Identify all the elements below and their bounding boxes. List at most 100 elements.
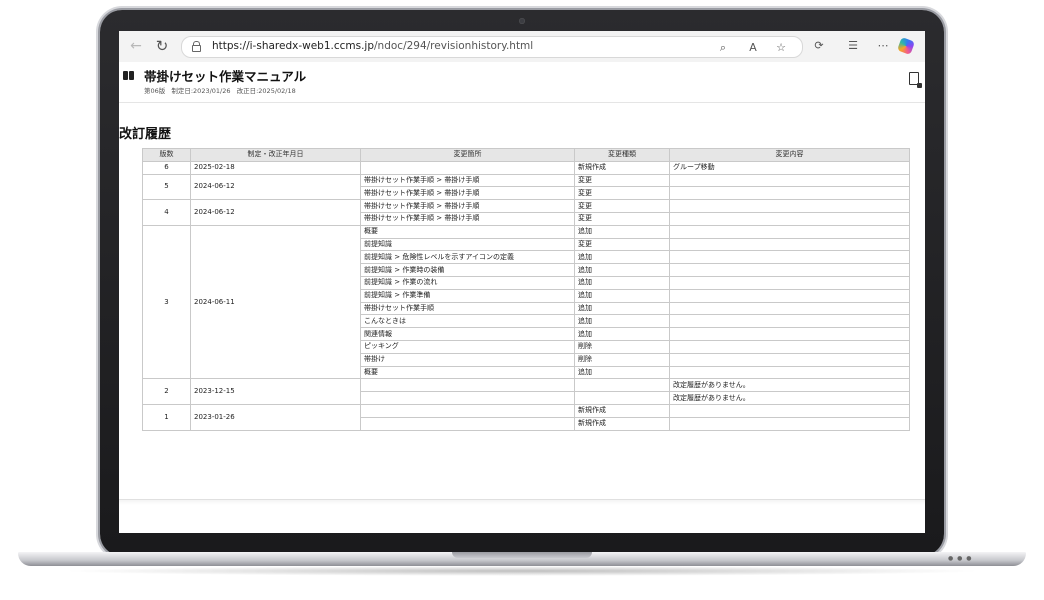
cell-change-type [574,391,670,405]
favorites-list-icon[interactable]: ☰ [845,38,861,54]
cell-change-type [574,378,670,393]
doc-title: 帯掛けセット作業マニュアル [144,69,307,84]
section-title: 改訂履歴 [119,127,172,142]
cell-change-type: 追加 [574,250,670,265]
cell-location: 前提知識 > 作業準備 [360,288,575,303]
cell-change-content [669,314,910,329]
cell-date: 2024-06-11 [190,224,361,380]
cell-change-type: 削除 [574,352,670,367]
read-aloud-icon[interactable]: A [745,40,761,56]
cell-location: 帯掛け [360,352,575,367]
extensions-icon[interactable]: ⟳ [811,38,827,54]
cell-date: 2025-02-18 [190,160,361,175]
table-header-row: 版数 制定・改正年月日 変更箇所 変更種類 変更内容 [142,148,910,162]
table-row: 3 2024-06-11 概要 追加 [142,224,910,380]
cell-change-type: 追加 [574,301,670,316]
cell-location: 関連情報 [360,327,575,341]
header-version: 版数 [142,148,191,162]
cell-location: 概要 [360,224,575,239]
url-text: https://i-sharedx-web1.ccms.jp/ndoc/294/… [212,40,533,52]
cell-version: 1 [142,403,191,431]
laptop-lid: ← ↻ https://i-sharedx-web1.ccms.jp/ndoc/… [100,10,944,556]
cell-location: 前提知識 [360,237,575,252]
url-host: https://i-sharedx-web1.ccms.jp [212,40,375,52]
cell-location: 概要 [360,365,575,380]
cell-change-type: 変更 [574,199,670,213]
cell-version: 4 [142,199,191,226]
cell-location: 前提知識 > 作業時の装備 [360,263,575,277]
doc-revised-date: 改正日:2025/02/18 [236,87,296,95]
cell-location: 帯掛けセット作業手順 > 帯掛け手順 [360,211,575,226]
table-row: 1 2023-01-26 新規作成 [142,403,910,431]
doc-meta: 第06版 制定日:2023/01/26 改正日:2025/02/18 [144,85,300,95]
cell-change-type: 変更 [574,211,670,226]
address-bar[interactable]: https://i-sharedx-web1.ccms.jp/ndoc/294/… [181,36,803,58]
cell-change-content: 改定履歴がありません。 [669,391,910,405]
cell-change-content [669,352,910,367]
browser-toolbar: ← ↻ https://i-sharedx-web1.ccms.jp/ndoc/… [119,31,925,63]
cell-location [360,160,575,175]
doc-header: 帯掛けセット作業マニュアル 第06版 制定日:2023/01/26 改正日:20… [119,62,925,103]
more-icon[interactable]: ⋯ [875,38,891,54]
back-icon[interactable]: ← [127,37,145,55]
cell-version: 5 [142,173,191,201]
cell-location [360,403,575,418]
doc-edition: 第06版 [144,87,166,95]
book-icon [123,71,135,81]
laptop-notch [452,552,592,558]
cell-change-content: グループ移動 [669,160,910,175]
cell-location: ピッキング [360,339,575,354]
cell-change-content [669,186,910,201]
table-row: 6 2025-02-18 新規作成 グループ移動 [142,160,910,175]
camera-dot [519,18,525,24]
reload-icon[interactable]: ↻ [153,37,171,55]
side-ports: ● ● ● [948,555,973,562]
cell-change-content [669,237,910,252]
page-footer-divider [119,499,925,505]
cell-date: 2024-06-12 [190,199,361,226]
table-row: 2 2023-12-15 改定履歴がありません。 [142,378,910,405]
cell-change-content [669,211,910,226]
header-change-type: 変更種類 [574,148,670,162]
cell-location: 帯掛けセット作業手順 > 帯掛け手順 [360,173,575,188]
laptop-mockup: ← ↻ https://i-sharedx-web1.ccms.jp/ndoc/… [0,0,1044,600]
cell-change-content [669,339,910,354]
cell-change-content [669,250,910,265]
cell-date: 2023-01-26 [190,403,361,431]
cell-change-content [669,301,910,316]
cell-change-type: 追加 [574,263,670,277]
pdf-download-icon[interactable] [909,72,922,88]
cell-location [360,416,575,431]
cell-change-content [669,275,910,290]
cell-change-content [669,224,910,239]
header-date: 制定・改正年月日 [190,148,361,162]
cell-change-content [669,263,910,277]
cell-location: 帯掛けセット作業手順 > 帯掛け手順 [360,186,575,201]
cell-change-content [669,173,910,188]
cell-location: 帯掛けセット作業手順 > 帯掛け手順 [360,199,575,213]
copilot-icon[interactable] [897,37,915,55]
table-row: 4 2024-06-12 帯掛けセット作業手順 > 帯掛け手順 変更 [142,199,910,226]
cell-change-content: 改定履歴がありません。 [669,378,910,393]
cell-change-type: 削除 [574,339,670,354]
cell-change-content [669,288,910,303]
favorite-icon[interactable]: ☆ [773,40,789,56]
cell-date: 2024-06-12 [190,173,361,201]
table-row: 5 2024-06-12 帯掛けセット作業手順 > 帯掛け手順 変更 [142,173,910,201]
zoom-icon[interactable]: ⌕ [715,40,731,56]
cell-version: 3 [142,224,191,380]
cell-change-type: 変更 [574,186,670,201]
lock-icon[interactable] [192,41,201,52]
cell-change-content [669,416,910,431]
cell-version: 2 [142,378,191,405]
cell-change-type: 追加 [574,288,670,303]
cell-change-content [669,403,910,418]
doc-created-date: 制定日:2023/01/26 [171,87,231,95]
url-path: /ndoc/294/revisionhistory.html [374,40,534,52]
cell-change-type: 追加 [574,275,670,290]
cell-location [360,391,575,405]
cell-location [360,378,575,393]
laptop-shadow [60,566,984,576]
cell-change-content [669,199,910,213]
cell-location: 前提知識 > 作業の流れ [360,275,575,290]
